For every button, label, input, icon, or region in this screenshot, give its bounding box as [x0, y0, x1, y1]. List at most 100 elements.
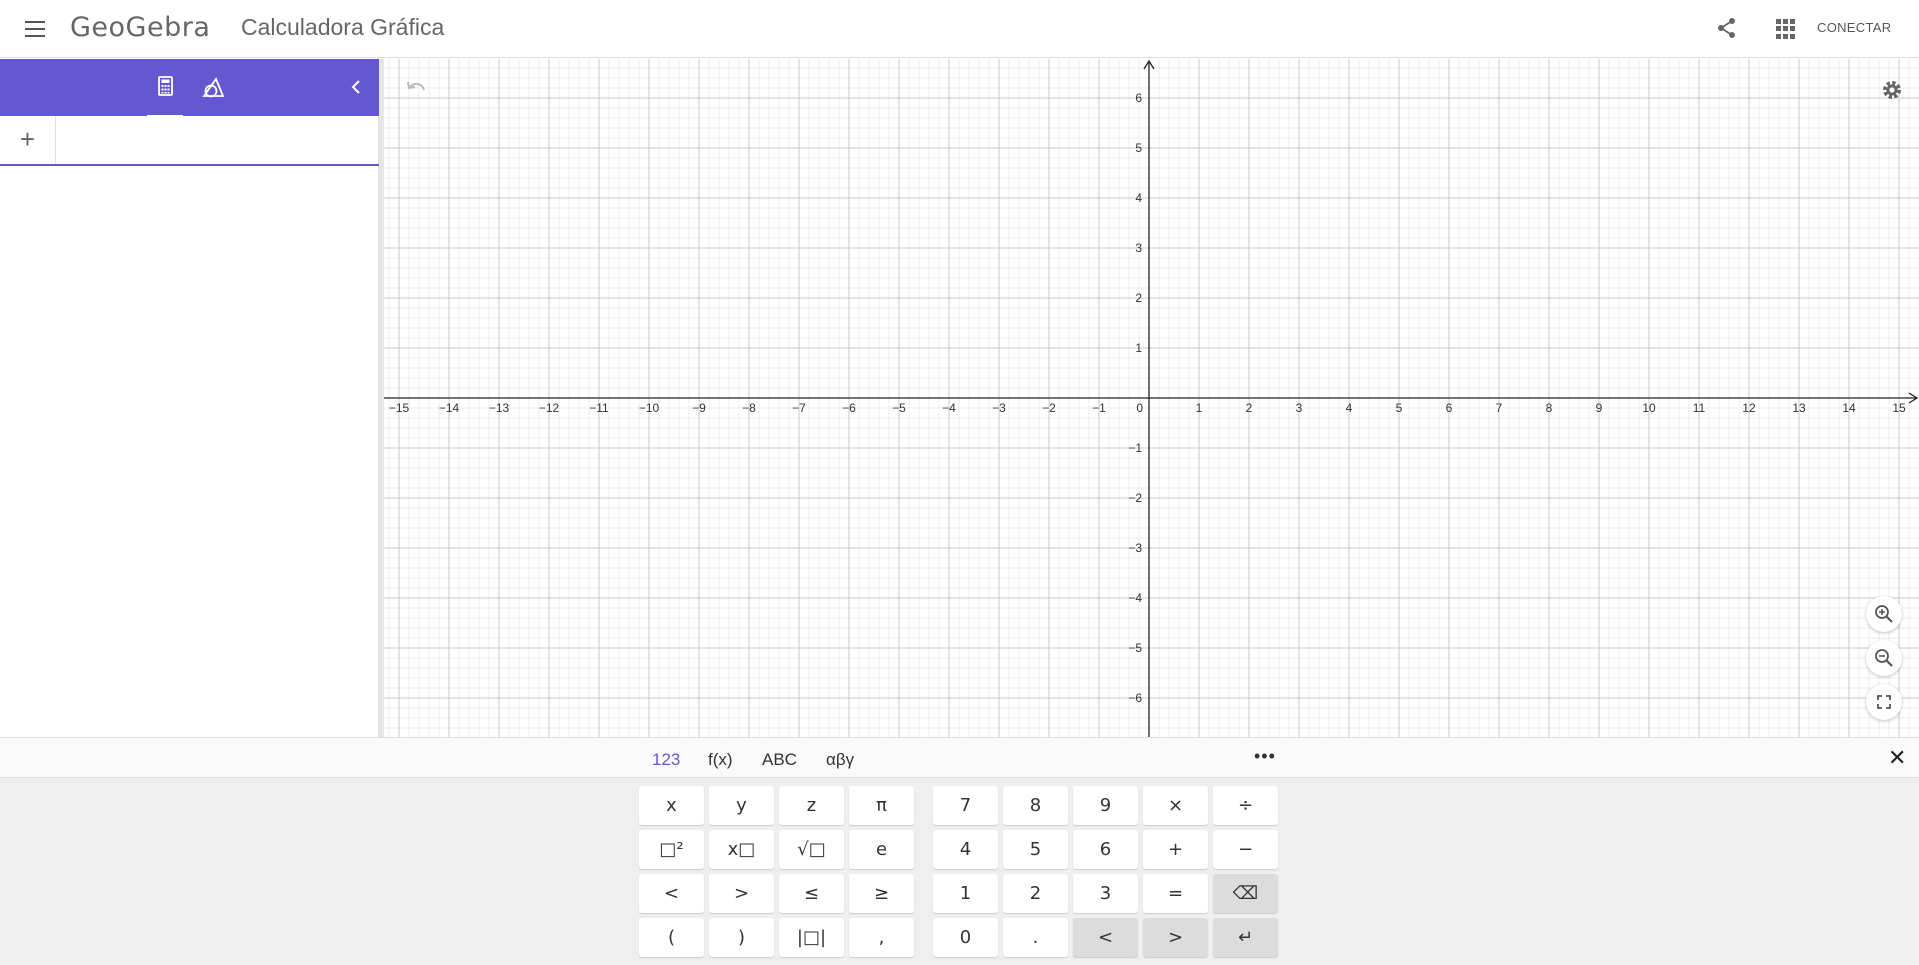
coordinate-grid: −15 −14 −13 −12 −11 −10 −9 −8 −7 −6 −5 −4 −3 −2 −1 0 1 2 3…: [384, 59, 1919, 737]
zoom-out-icon[interactable]: [1866, 640, 1902, 676]
x-tick-label: 0: [1136, 401, 1143, 415]
key-y[interactable]: y: [709, 786, 774, 825]
key-sqrt[interactable]: √□: [779, 830, 844, 869]
y-tick-label: 2: [1135, 291, 1142, 305]
key-pi[interactable]: π: [849, 786, 914, 825]
x-tick-label: 10: [1642, 401, 1656, 415]
apps-grid-icon[interactable]: [1776, 19, 1796, 39]
x-tick-label: −4: [942, 401, 956, 415]
x-tick-label: 3: [1296, 401, 1303, 415]
x-tick-label: −1: [1092, 401, 1106, 415]
key-digit-3[interactable]: 3: [1073, 874, 1138, 913]
key-decimal[interactable]: .: [1003, 918, 1068, 957]
key-digit-8[interactable]: 8: [1003, 786, 1068, 825]
tab-tools[interactable]: [199, 73, 227, 101]
key-less-equal[interactable]: ≤: [779, 874, 844, 913]
key-enter[interactable]: ↵: [1213, 918, 1278, 957]
geogebra-logo: GeoGebra: [70, 12, 211, 43]
key-digit-2[interactable]: 2: [1003, 874, 1068, 913]
x-tick-label: −15: [389, 401, 410, 415]
key-cursor-left[interactable]: <: [1073, 918, 1138, 957]
share-icon[interactable]: [1716, 17, 1738, 39]
key-greater-equal[interactable]: ≥: [849, 874, 914, 913]
tab-functions[interactable]: f(x): [708, 750, 733, 770]
algebra-input[interactable]: [57, 116, 379, 164]
key-minus[interactable]: −: [1213, 830, 1278, 869]
y-tick-label: 5: [1135, 141, 1142, 155]
y-tick-label: 6: [1135, 91, 1142, 105]
y-tick-label: −4: [1128, 591, 1142, 605]
x-tick-label: −2: [1042, 401, 1056, 415]
key-x[interactable]: x: [639, 786, 704, 825]
x-tick-label: −11: [589, 401, 609, 415]
x-tick-label: 6: [1446, 401, 1453, 415]
key-cursor-right[interactable]: >: [1143, 918, 1208, 957]
x-tick-label: −9: [692, 401, 706, 415]
fullscreen-icon[interactable]: [1866, 684, 1902, 720]
y-tick-label: 1: [1135, 341, 1142, 355]
x-tick-label: −10: [639, 401, 660, 415]
x-tick-label: 4: [1346, 401, 1353, 415]
key-digit-6[interactable]: 6: [1073, 830, 1138, 869]
virtual-keyboard: 123 f(x) ABC αβγ ••• ✕ x y z π □² x□ √□ e < > ≤ ≥()…: [0, 737, 1919, 965]
key-digit-4[interactable]: 4: [933, 830, 998, 869]
x-tick-label: −3: [992, 401, 1006, 415]
y-tick-label: −3: [1128, 541, 1142, 555]
key-close-paren[interactable]: ): [709, 918, 774, 957]
y-tick-label: 3: [1135, 241, 1142, 255]
key-digit-0[interactable]: 0: [933, 918, 998, 957]
tab-greek[interactable]: αβγ: [826, 750, 854, 770]
x-tick-label: −8: [742, 401, 756, 415]
undo-icon[interactable]: [404, 79, 428, 99]
x-tick-label: 15: [1892, 401, 1906, 415]
key-plus[interactable]: +: [1143, 830, 1208, 869]
y-tick-label: −5: [1128, 641, 1142, 655]
key-power[interactable]: x□: [709, 830, 774, 869]
zoom-in-icon[interactable]: [1866, 596, 1902, 632]
key-less[interactable]: <: [639, 874, 704, 913]
geometry-tools-icon: [202, 77, 225, 98]
key-abs[interactable]: |□|: [779, 918, 844, 957]
key-e[interactable]: e: [849, 830, 914, 869]
close-icon[interactable]: ✕: [1888, 745, 1906, 771]
x-tick-label: −5: [892, 401, 906, 415]
key-digit-7[interactable]: 7: [933, 786, 998, 825]
y-tick-label: −2: [1128, 491, 1142, 505]
key-digit-9[interactable]: 9: [1073, 786, 1138, 825]
key-greater[interactable]: >: [709, 874, 774, 913]
x-tick-label: 14: [1842, 401, 1856, 415]
algebra-input-row: +: [0, 116, 379, 166]
graphics-view[interactable]: −15 −14 −13 −12 −11 −10 −9 −8 −7 −6 −5 −4 −3 −2 −1 0 1 2 3…: [384, 59, 1919, 737]
x-tick-label: 7: [1496, 401, 1503, 415]
app-title: Calculadora Gráfica: [241, 14, 445, 40]
x-tick-label: −14: [439, 401, 460, 415]
key-backspace[interactable]: ⌫: [1213, 874, 1278, 913]
algebra-toolbar: [0, 59, 379, 118]
add-item-button[interactable]: +: [0, 116, 56, 164]
x-tick-label: −13: [489, 401, 510, 415]
tab-algebra[interactable]: [147, 71, 183, 118]
key-times[interactable]: ×: [1143, 786, 1208, 825]
key-square[interactable]: □²: [639, 830, 704, 869]
x-tick-label: 13: [1792, 401, 1806, 415]
x-tick-label: 9: [1596, 401, 1603, 415]
hamburger-menu-icon[interactable]: [20, 16, 50, 40]
login-button[interactable]: CONECTAR: [1817, 20, 1891, 35]
gear-icon[interactable]: [1880, 78, 1904, 102]
tab-123[interactable]: 123: [652, 750, 680, 770]
key-equals[interactable]: =: [1143, 874, 1208, 913]
key-divide[interactable]: ÷: [1213, 786, 1278, 825]
tab-abc[interactable]: ABC: [762, 750, 797, 770]
x-tick-label: −7: [792, 401, 806, 415]
x-tick-label: 5: [1396, 401, 1403, 415]
key-digit-5[interactable]: 5: [1003, 830, 1068, 869]
x-tick-label: 12: [1742, 401, 1756, 415]
key-open-paren[interactable]: (: [639, 918, 704, 957]
key-digit-1[interactable]: 1: [933, 874, 998, 913]
chevron-left-icon[interactable]: [346, 76, 366, 98]
y-tick-label: −1: [1128, 441, 1142, 455]
more-options-icon[interactable]: •••: [1254, 746, 1276, 767]
key-comma[interactable]: ,: [849, 918, 914, 957]
x-tick-label: −6: [842, 401, 856, 415]
key-z[interactable]: z: [779, 786, 844, 825]
